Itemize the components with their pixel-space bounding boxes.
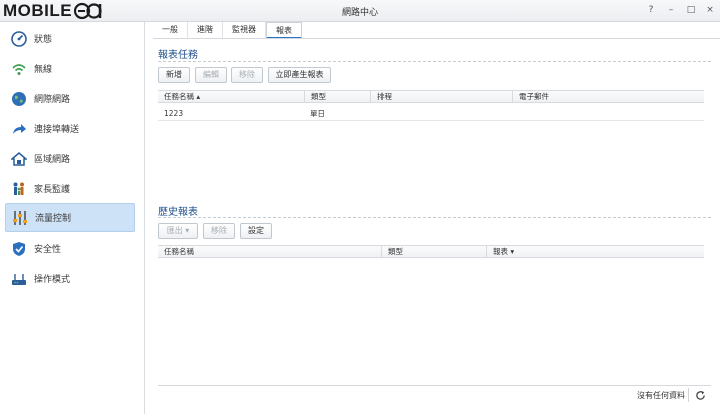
sidebar-item-parental-control[interactable]: 家長監護 [5,174,135,203]
title-bar: MOBILE 網路中心 ? – □ × [0,0,720,22]
column-type[interactable]: 類型 [304,91,375,103]
export-dropdown-button[interactable]: 匯出 ▾ [158,223,198,239]
sidebar-item-label: 區域網路 [34,155,71,165]
wifi-icon [10,60,28,78]
settings-button[interactable]: 設定 [240,223,272,239]
sidebar: 狀態 無線 網際網路 連接埠轉送 區域網路 家長監護 流量控制 安全性 操作模式 [0,22,145,414]
generate-report-button[interactable]: 立即產生報表 [268,67,331,83]
remove-history-button[interactable]: 移除 [203,223,235,239]
close-button[interactable]: × [704,4,716,16]
column-type[interactable]: 類型 [381,246,486,258]
tab-advanced[interactable]: 進階 [188,22,223,39]
tab-bar: 一般 進階 監視器 報表 [153,22,302,39]
edit-button[interactable]: 編輯 [195,67,227,83]
sidebar-item-port-forwarding[interactable]: 連接埠轉送 [5,114,135,143]
sidebar-item-local-network[interactable]: 區域網路 [5,144,135,173]
sliders-icon [11,209,29,227]
status-text: 沒有任何資料 [637,391,685,400]
section-divider [158,217,711,218]
add-button[interactable]: 新增 [158,67,190,83]
sidebar-item-label: 安全性 [34,245,62,255]
tab-report[interactable]: 報表 [266,22,302,39]
report-tasks-header: 任務名稱 ▴ 類型 排程 電子郵件 [158,90,704,103]
router-icon [10,270,28,288]
history-header: 任務名稱 類型 報表 ▾ [158,245,704,258]
column-task-name[interactable]: 任務名稱 [158,246,381,258]
sidebar-item-label: 無線 [34,65,53,75]
gauge-icon [10,30,28,48]
minimize-button[interactable]: – [665,4,677,16]
window-title: 網路中心 [341,8,378,18]
family-icon [10,180,28,198]
sidebar-item-traffic-control[interactable]: 流量控制 [5,203,135,232]
shield-icon [10,240,28,258]
forward-arrow-icon [10,120,28,138]
sidebar-item-operation-mode[interactable]: 操作模式 [5,264,135,293]
sidebar-item-wireless[interactable]: 無線 [5,54,135,83]
tab-general[interactable]: 一般 [153,22,188,39]
sidebar-item-label: 狀態 [34,35,53,45]
section-divider [158,61,711,62]
refresh-icon[interactable] [693,388,707,402]
globe-icon [10,90,28,108]
table-row[interactable]: 1223 單日 [158,106,704,121]
column-schedule[interactable]: 排程 [370,91,512,103]
sidebar-item-label: 網際網路 [34,95,71,105]
cell-type: 單日 [310,109,325,118]
sidebar-item-security[interactable]: 安全性 [5,234,135,263]
column-task-name[interactable]: 任務名稱 ▴ [158,91,304,103]
maximize-button[interactable]: □ [685,4,697,16]
history-reports-title: 歷史報表 [158,207,198,218]
sidebar-item-label: 家長監護 [34,185,71,195]
tab-monitor[interactable]: 監視器 [223,22,266,39]
sidebar-item-label: 流量控制 [35,214,72,224]
sidebar-item-status[interactable]: 狀態 [5,24,135,53]
status-separator [688,388,689,402]
column-report[interactable]: 報表 ▾ [486,246,704,258]
tab-divider [153,38,720,39]
home-network-icon [10,150,28,168]
column-email[interactable]: 電子郵件 [512,91,704,103]
status-divider [158,385,711,386]
cell-task-name: 1223 [164,109,184,118]
report-tasks-title: 報表任務 [158,50,198,61]
remove-task-button[interactable]: 移除 [231,67,263,83]
sidebar-item-label: 連接埠轉送 [34,125,80,135]
sidebar-item-internet[interactable]: 網際網路 [5,84,135,113]
sidebar-item-label: 操作模式 [34,275,71,285]
help-button[interactable]: ? [645,4,657,16]
